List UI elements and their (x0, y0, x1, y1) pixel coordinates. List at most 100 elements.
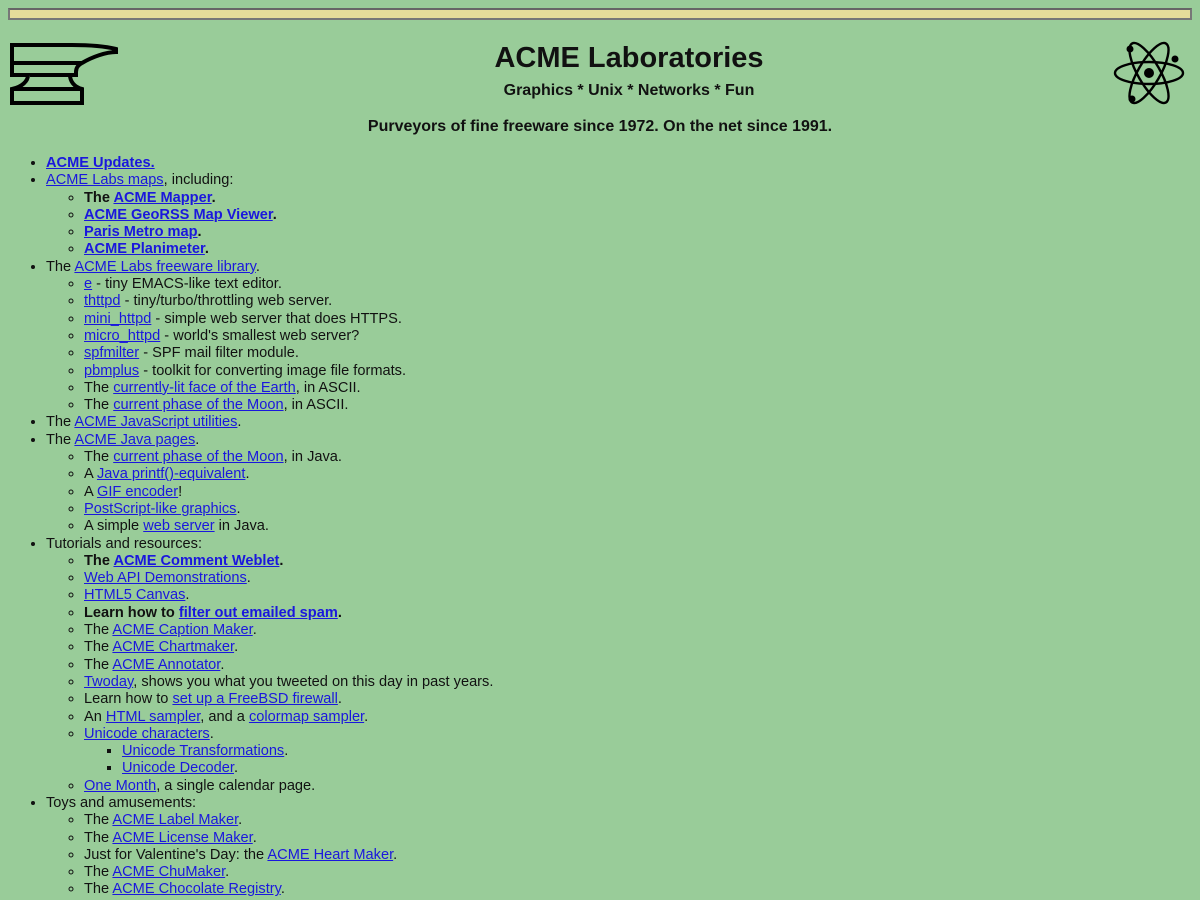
maps-suffix-text: , including: (163, 172, 234, 189)
the-text: The (84, 881, 113, 898)
caption-maker-link[interactable]: ACME Caption Maker (112, 622, 252, 638)
the-text: The (84, 829, 113, 846)
the-text: The (84, 449, 114, 466)
in-ascii-text: , in ASCII. (283, 397, 349, 414)
dot-text: . (393, 846, 398, 863)
dot-text: . (337, 604, 342, 621)
acme-updates-link[interactable]: ACME Updates. (46, 155, 155, 171)
dot-text: . (209, 725, 214, 742)
list-item-label-maker: The ACME Label Maker. (84, 812, 1200, 829)
e-desc-text: - tiny EMACS-like text editor. (92, 276, 282, 293)
colormap-sampler-link[interactable]: colormap sampler (249, 709, 364, 725)
dot-text: . (211, 189, 216, 206)
moon-phase-java-link[interactable]: current phase of the Moon (113, 449, 283, 465)
list-item-maps: ACME Labs maps, including: The ACME Mapp… (46, 172, 1200, 258)
list-item-unicode: Unicode characters. Unicode Transformati… (84, 726, 1200, 778)
the-text: The (46, 414, 75, 431)
spfmilter-link[interactable]: spfmilter (84, 345, 139, 361)
moon-phase-ascii-link[interactable]: current phase of the Moon (113, 397, 283, 413)
the-text: The (84, 639, 113, 656)
learn-how-text: Learn how to (84, 604, 179, 621)
chartmaker-link[interactable]: ACME Chartmaker (112, 639, 234, 655)
valentine-prefix-text: Just for Valentine's Day: the (84, 846, 268, 863)
java-web-server-link[interactable]: web server (143, 518, 214, 534)
in-ascii-text: , in ASCII. (295, 379, 361, 396)
acme-planimeter-link[interactable]: ACME Planimeter (84, 241, 205, 257)
paris-metro-map-link[interactable]: Paris Metro map (84, 224, 198, 240)
tutorials-heading-text: Tutorials and resources: (46, 535, 203, 552)
heart-maker-link[interactable]: ACME Heart Maker (267, 847, 393, 863)
thttpd-link[interactable]: thttpd (84, 293, 121, 309)
list-item-spam: Learn how to filter out emailed spam. (84, 605, 1200, 622)
the-text: The (46, 431, 75, 448)
page-tagline: Purveyors of fine freeware since 1972. O… (367, 118, 833, 135)
page-subtitle: Graphics * Unix * Networks * Fun (503, 82, 755, 99)
dot-text: . (252, 829, 257, 846)
unicode-sublist: Unicode Transformations. Unicode Decoder… (84, 743, 1200, 778)
pbmplus-link[interactable]: pbmplus (84, 363, 139, 379)
java-sublist: The current phase of the Moon, in Java. … (46, 449, 1200, 535)
dot-text: . (236, 500, 241, 517)
chumaker-link[interactable]: ACME ChuMaker (112, 864, 225, 880)
label-maker-link[interactable]: ACME Label Maker (112, 812, 238, 828)
javascript-utilities-link[interactable]: ACME JavaScript utilities (74, 414, 237, 430)
dot-text: . (255, 258, 260, 275)
freeware-library-link[interactable]: ACME Labs freeware library (74, 259, 255, 275)
annotator-link[interactable]: ACME Annotator (112, 657, 220, 673)
list-item-webserver: A simple web server in Java. (84, 518, 1200, 535)
web-api-demonstrations-link[interactable]: Web API Demonstrations (84, 570, 247, 586)
thttpd-desc-text: - tiny/turbo/throttling web server. (120, 293, 333, 310)
one-month-link[interactable]: One Month (84, 778, 156, 794)
the-text: The (84, 622, 113, 639)
list-item-updates: ACME Updates. (46, 155, 1200, 172)
java-pages-link[interactable]: ACME Java pages (74, 432, 195, 448)
learn-how-text: Learn how to (84, 691, 173, 708)
e-editor-link[interactable]: e (84, 276, 92, 292)
unicode-characters-link[interactable]: Unicode characters (84, 726, 210, 742)
mapper-prefix-text: The (84, 189, 114, 206)
html5-canvas-link[interactable]: HTML5 Canvas (84, 587, 185, 603)
micro-httpd-link[interactable]: micro_httpd (84, 328, 160, 344)
list-item-chumaker: The ACME ChuMaker. (84, 864, 1200, 881)
georss-map-viewer-link[interactable]: ACME GeoRSS Map Viewer (84, 207, 273, 223)
the-text: The (84, 812, 113, 829)
simple-prefix-text: A simple (84, 518, 144, 535)
tutorials-sublist: The ACME Comment Weblet. Web API Demonst… (46, 553, 1200, 795)
license-maker-link[interactable]: ACME License Maker (112, 830, 252, 846)
acme-labs-maps-link[interactable]: ACME Labs maps (46, 172, 164, 188)
chocolate-registry-link[interactable]: ACME Chocolate Registry (112, 881, 280, 897)
list-item-thttpd: thttpd - tiny/turbo/throttling web serve… (84, 293, 1200, 310)
dot-text: . (195, 431, 200, 448)
spfmilter-desc-text: - SPF mail filter module. (139, 345, 299, 362)
freeware-sublist: e - tiny EMACS-like text editor. thttpd … (46, 276, 1200, 414)
list-item-twoday: Twoday, shows you what you tweeted on th… (84, 674, 1200, 691)
gif-encoder-link[interactable]: GIF encoder (97, 484, 178, 500)
dot-text: . (238, 812, 243, 829)
list-item-unicode-decoder: Unicode Decoder. (122, 760, 1200, 777)
dot-text: . (284, 743, 289, 760)
list-item-mapper: The ACME Mapper. (84, 190, 1200, 207)
comment-weblet-link[interactable]: ACME Comment Weblet (113, 553, 279, 569)
freebsd-firewall-link[interactable]: set up a FreeBSD firewall (172, 691, 337, 707)
twoday-link[interactable]: Twoday (84, 674, 133, 690)
dot-text: . (337, 691, 342, 708)
unicode-transformations-link[interactable]: Unicode Transformations (122, 743, 284, 759)
mini-httpd-link[interactable]: mini_httpd (84, 311, 151, 327)
dot-text: . (279, 552, 284, 569)
postscript-graphics-link[interactable]: PostScript-like graphics (84, 501, 236, 517)
filter-spam-link[interactable]: filter out emailed spam (179, 605, 338, 621)
a-text: A (84, 466, 97, 483)
earth-face-link[interactable]: currently-lit face of the Earth (113, 380, 296, 396)
list-item-e: e - tiny EMACS-like text editor. (84, 276, 1200, 293)
main-list: ACME Updates. ACME Labs maps, including:… (8, 155, 1200, 899)
dot-text: . (252, 622, 257, 639)
acme-mapper-link[interactable]: ACME Mapper (113, 190, 211, 206)
one-month-desc-text: , a single calendar page. (156, 777, 316, 794)
list-item-java: The ACME Java pages. The current phase o… (46, 432, 1200, 536)
list-item-firewall: Learn how to set up a FreeBSD firewall. (84, 691, 1200, 708)
mini-httpd-desc-text: - simple web server that does HTTPS. (151, 310, 402, 327)
the-text: The (84, 864, 113, 881)
java-printf-link[interactable]: Java printf()-equivalent (97, 466, 245, 482)
unicode-decoder-link[interactable]: Unicode Decoder (122, 760, 234, 776)
html-sampler-link[interactable]: HTML sampler (106, 709, 200, 725)
